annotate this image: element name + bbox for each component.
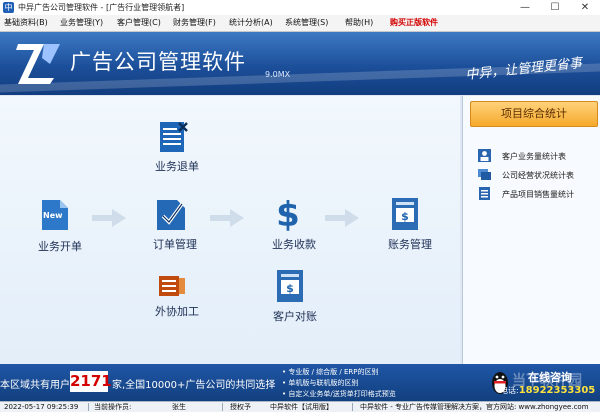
user-count-prefix: 本区域共有用户	[0, 380, 70, 391]
company-operation-report-link[interactable]: 公司经营状况统计表	[478, 167, 596, 183]
order-management-node[interactable]: 订单管理	[153, 196, 197, 251]
promo-link-print[interactable]: 自定义业务单/送货单打印格式预览	[282, 389, 395, 399]
minimize-button[interactable]: —	[510, 0, 540, 15]
svg-text:$: $	[276, 195, 300, 232]
status-divider	[222, 403, 223, 411]
outsourcing-list-icon	[159, 276, 185, 296]
promo-link-editions[interactable]: 专业版 / 综合版 / ERP的区别	[282, 367, 378, 377]
svg-text:$: $	[286, 282, 294, 295]
menu-buy-license[interactable]: 购买正版软件	[390, 17, 438, 28]
menu-business[interactable]: 业务管理(Y)	[60, 17, 103, 28]
menu-finance[interactable]: 财务管理(F)	[173, 17, 216, 28]
business-receipt-node[interactable]: $ 业务收款	[272, 194, 316, 251]
chart-stack-icon	[478, 169, 491, 180]
company-operation-report-label: 公司经营状况统计表	[502, 171, 574, 180]
reconcile-icon: $	[277, 270, 303, 302]
order-management-label: 订单管理	[153, 238, 197, 251]
phone-number: 电话:18922353305	[500, 385, 595, 396]
status-divider	[352, 403, 353, 411]
svg-text:$: $	[401, 210, 409, 223]
order-check-icon	[157, 200, 185, 230]
business-open-node[interactable]: New 业务开单	[38, 198, 82, 253]
business-open-label: 业务开单	[38, 240, 82, 253]
app-icon: 中	[3, 2, 14, 13]
business-receipt-label: 业务收款	[272, 238, 316, 251]
flow-arrow-icon	[325, 209, 359, 227]
customer-reconcile-label: 客户对账	[273, 310, 317, 323]
menu-help[interactable]: 帮助(H)	[345, 17, 373, 28]
menu-customer[interactable]: 客户管理(C)	[117, 17, 161, 28]
business-return-label: 业务退单	[155, 160, 199, 173]
document-close-icon	[160, 122, 188, 152]
phone-value: 18922353305	[518, 385, 596, 396]
new-badge: New	[43, 211, 63, 220]
promo-link-network[interactable]: 单机版与联机版的区别	[282, 378, 358, 388]
maximize-button[interactable]: ☐	[540, 0, 570, 15]
menu-system[interactable]: 系统管理(S)	[285, 17, 328, 28]
customer-business-report-link[interactable]: 客户业务量统计表	[478, 148, 596, 164]
workflow-area: 业务退单 New 业务开单 订单管理 $ 业务收款 $ 账务管理 外协加工 $ …	[0, 96, 460, 364]
dollar-icon: $	[276, 195, 300, 232]
title-bar: 中 中异广告公司管理软件 - [广告行业管理领航者] — ☐ ✕	[0, 0, 600, 16]
window-title: 中异广告公司管理软件 - [广告行业管理领航者]	[18, 3, 185, 12]
account-management-node[interactable]: $ 账务管理	[388, 196, 432, 251]
outsourcing-node[interactable]: 外协加工	[155, 274, 199, 318]
menu-bar: 基础资料(B) 业务管理(Y) 客户管理(C) 财务管理(F) 统计分析(A) …	[0, 15, 600, 32]
product-sales-report-link[interactable]: 产品项目销售量统计	[478, 186, 596, 202]
product-sales-report-label: 产品项目销售量统计	[502, 190, 574, 199]
customer-reconcile-node[interactable]: $ 客户对账	[273, 268, 317, 323]
flow-arrow-icon	[210, 209, 244, 227]
flow-arrow-icon	[92, 209, 126, 227]
phone-label: 电话:	[500, 386, 519, 395]
status-bar: 2022-05-17 09:25:39 当前操作员: 张生 授权予 中异软件【试…	[0, 401, 600, 412]
menu-basic-data[interactable]: 基础资料(B)	[4, 17, 48, 28]
promo-banner: 本区域共有用户 2171 家,全国10000+广告公司的共同选择 专业版 / 综…	[0, 364, 600, 401]
customer-business-report-label: 客户业务量统计表	[502, 152, 566, 161]
version-label: 9.0MX	[265, 70, 291, 79]
ledger-icon: $	[392, 198, 418, 230]
status-divider	[88, 403, 89, 411]
business-return-node[interactable]: 业务退单	[155, 120, 199, 173]
close-button[interactable]: ✕	[570, 0, 600, 15]
user-count-suffix: 家,全国10000+广告公司的共同选择	[112, 380, 276, 391]
logo-icon	[16, 44, 60, 84]
user-count: 2171	[70, 371, 112, 392]
header-banner: 广告公司管理软件 9.0MX 中异，让管理更省事	[0, 32, 600, 95]
menu-statistics[interactable]: 统计分析(A)	[229, 17, 273, 28]
user-card-icon	[478, 149, 491, 162]
outsourcing-label: 外协加工	[155, 305, 199, 318]
project-stats-button[interactable]: 项目综合统计	[470, 101, 598, 127]
right-panel	[462, 96, 600, 364]
product-report-icon	[479, 187, 490, 200]
app-title: 广告公司管理软件	[70, 50, 246, 74]
online-consult-button[interactable]: 在线咨询	[528, 369, 572, 385]
slogan: 中异，让管理更省事	[464, 55, 583, 84]
account-management-label: 账务管理	[388, 238, 432, 251]
